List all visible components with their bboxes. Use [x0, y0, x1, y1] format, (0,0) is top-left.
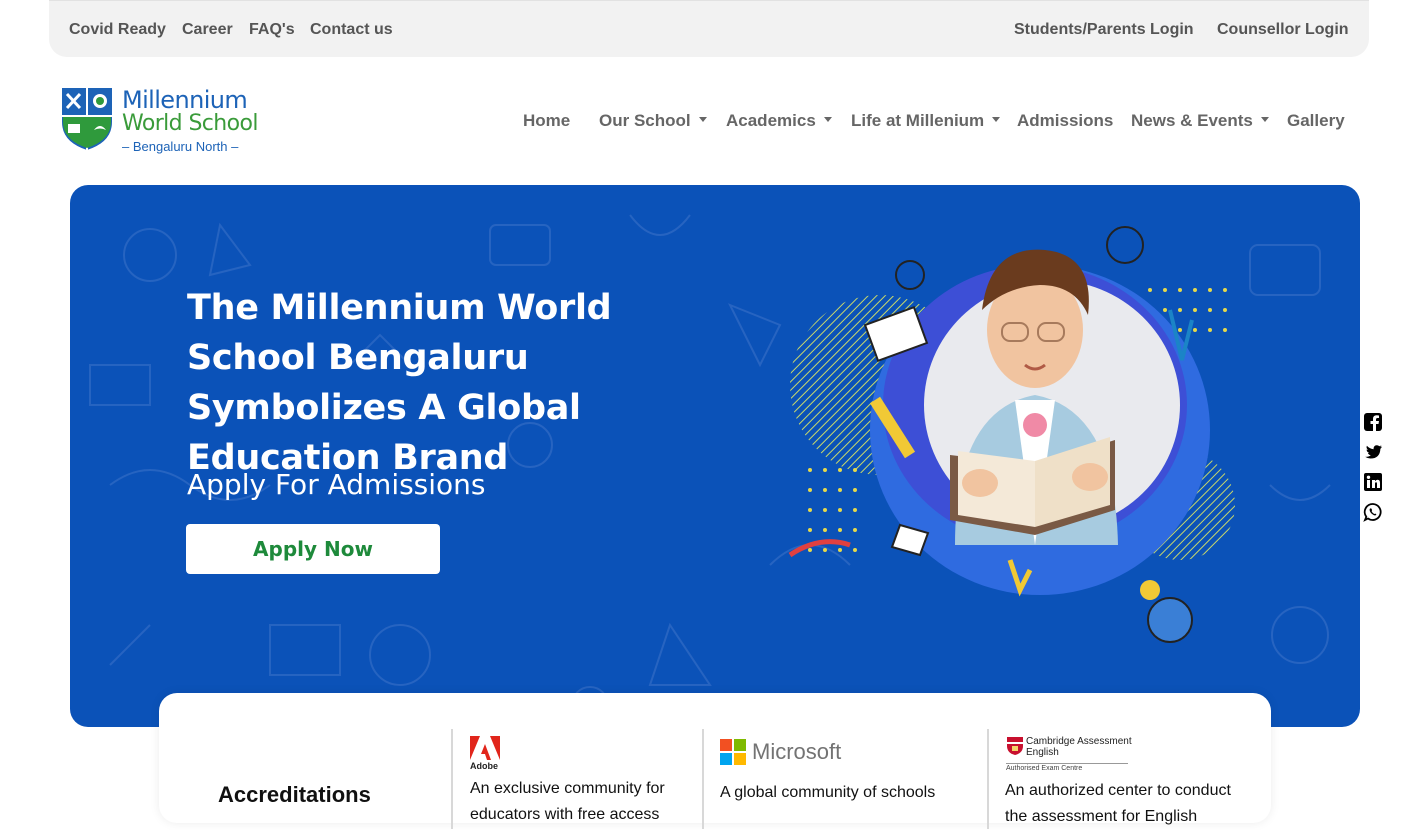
linkedin-icon[interactable] — [1363, 472, 1383, 492]
nav-life-at-millenium[interactable]: Life at Millenium — [851, 111, 1001, 131]
microsoft-logo-icon — [720, 739, 746, 765]
divider — [702, 729, 704, 829]
chevron-down-icon — [823, 117, 832, 123]
covid-ready-link[interactable]: Covid Ready — [69, 21, 166, 39]
career-link[interactable]: Career — [182, 21, 233, 39]
cambridge-description: An authorized center to conduct the asse… — [1005, 782, 1231, 825]
nav-admissions-label: Admissions — [1017, 111, 1114, 130]
chevron-down-icon — [992, 117, 1001, 123]
contact-us-link[interactable]: Contact us — [310, 21, 393, 39]
nav-news-label: News & Events — [1131, 111, 1253, 130]
logo-line-2: World School — [122, 111, 258, 136]
nav-our-school-label: Our School — [599, 111, 691, 130]
divider — [451, 729, 453, 829]
cambridge-crest-icon — [1007, 737, 1023, 755]
social-share-rail — [1363, 412, 1383, 532]
microsoft-description: A global community of schools — [720, 784, 936, 801]
top-utility-bar: Covid Ready Career FAQ's Contact us Stud… — [49, 0, 1369, 57]
student-reading-illustration — [788, 226, 1235, 643]
twitter-icon[interactable] — [1363, 442, 1383, 462]
nav-our-school[interactable]: Our School — [599, 111, 707, 131]
hero-banner: The Millennium World School Bengaluru Sy… — [70, 185, 1360, 727]
cambridge-logo-text: Cambridge Assessment English — [1026, 736, 1132, 758]
school-crest-icon — [62, 88, 112, 150]
cambridge-logo-subtext: Authorised Exam Centre — [1006, 763, 1128, 772]
hero-subtitle: Apply For Admissions — [187, 468, 486, 501]
hero-title: The Millennium World School Bengaluru Sy… — [187, 288, 612, 478]
accreditations-panel: Accreditations Adobe An exclusive commun… — [159, 693, 1271, 829]
logo-line-1: Millennium — [122, 86, 248, 114]
students-parents-login-link[interactable]: Students/Parents Login — [1014, 21, 1194, 39]
apply-now-button[interactable]: Apply Now — [186, 524, 440, 574]
microsoft-logo-text: Microsoft — [752, 739, 842, 764]
faqs-link[interactable]: FAQ's — [249, 21, 295, 39]
nav-academics-label: Academics — [726, 111, 816, 130]
logo-line-3: – Bengaluru North – — [122, 139, 239, 154]
nav-academics[interactable]: Academics — [726, 111, 832, 131]
nav-gallery-label: Gallery — [1287, 111, 1345, 130]
adobe-logo-icon: Adobe — [470, 736, 500, 770]
adobe-logo-text: Adobe — [470, 761, 498, 770]
facebook-icon[interactable] — [1363, 412, 1383, 432]
counsellor-login-link[interactable]: Counsellor Login — [1217, 21, 1349, 39]
chevron-down-icon — [1260, 117, 1269, 123]
divider — [987, 729, 989, 829]
nav-admissions[interactable]: Admissions — [1017, 111, 1113, 131]
nav-life-label: Life at Millenium — [851, 111, 985, 130]
nav-home-label: Home — [523, 111, 571, 130]
accreditations-heading: Accreditations — [218, 782, 371, 807]
chevron-down-icon — [698, 117, 707, 123]
nav-gallery[interactable]: Gallery — [1287, 111, 1345, 131]
school-logo[interactable]: Millennium World School – Bengaluru Nort… — [60, 86, 260, 158]
nav-news-events[interactable]: News & Events — [1131, 111, 1269, 131]
nav-home[interactable]: Home — [523, 111, 570, 131]
whatsapp-icon[interactable] — [1363, 502, 1383, 522]
adobe-description: An exclusive community for educators wit… — [470, 780, 665, 823]
